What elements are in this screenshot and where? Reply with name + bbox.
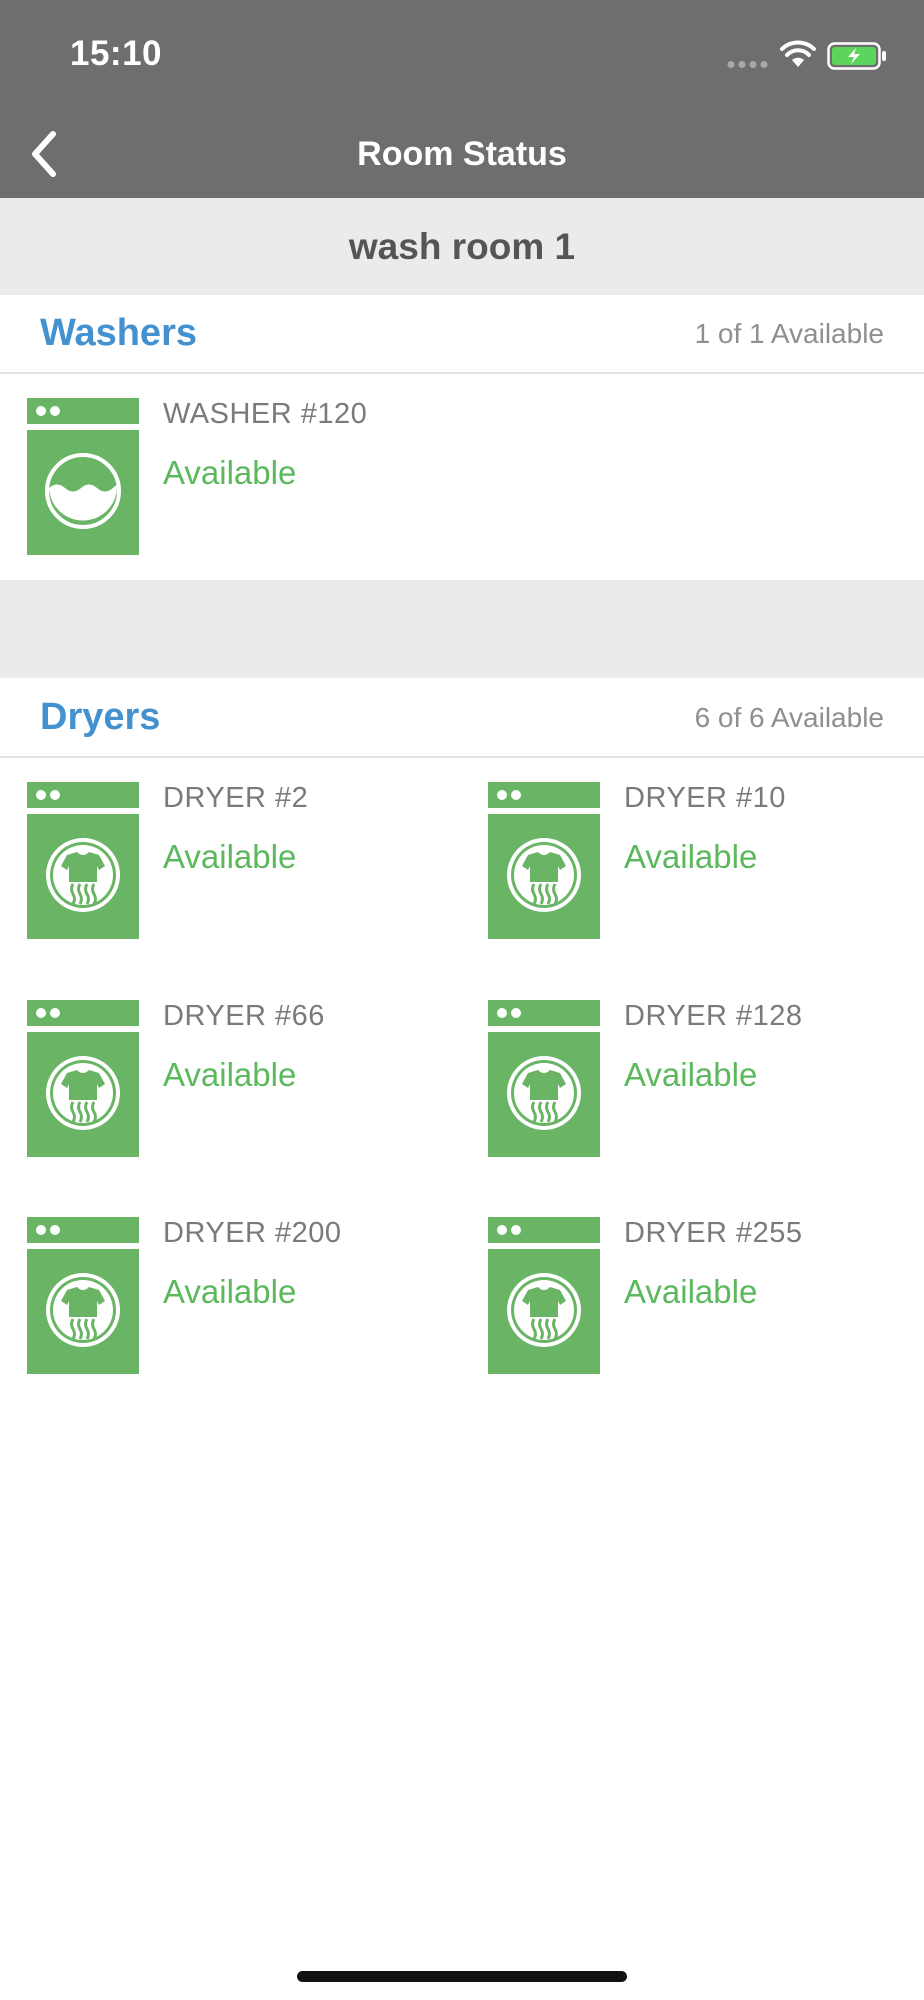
machine-status: Available (163, 454, 297, 491)
dryer-icon (488, 1000, 600, 1157)
page-title: Room Status (357, 135, 567, 173)
navigation-bar: Room Status (0, 110, 924, 198)
home-indicator[interactable] (297, 1971, 627, 1982)
dryers-section-header: Dryers 6 of 6 Available (0, 679, 924, 758)
dryer-icon (27, 782, 139, 939)
washer-icon (27, 398, 139, 555)
dryer-icon (488, 1217, 600, 1374)
machine-name: DRYER #2 (163, 782, 309, 814)
dryers-section-title: Dryers (40, 696, 161, 738)
section-divider (0, 580, 924, 678)
machine-name: DRYER #255 (624, 1217, 803, 1249)
machine-item[interactable]: DRYER #200 Available (27, 1217, 467, 1377)
machine-status: Available (624, 1273, 758, 1310)
washers-section-header: Washers 1 of 1 Available (0, 295, 924, 374)
back-button[interactable] (14, 120, 74, 188)
status-bar: 15:10 (0, 0, 924, 110)
chevron-left-icon (32, 131, 56, 177)
dryer-icon (27, 1000, 139, 1157)
washers-section-title: Washers (40, 312, 197, 354)
machine-item[interactable]: DRYER #128 Available (488, 1000, 924, 1160)
battery-charging-icon (827, 42, 886, 70)
machine-item[interactable]: DRYER #255 Available (488, 1217, 924, 1377)
machine-item[interactable]: DRYER #2 Available (27, 782, 467, 942)
dryer-icon (27, 1217, 139, 1374)
machine-status: Available (163, 1056, 297, 1093)
machine-name: DRYER #128 (624, 1000, 803, 1032)
machine-status: Available (624, 838, 758, 875)
washers-available-count: 1 of 1 Available (694, 318, 884, 349)
dryers-available-count: 6 of 6 Available (694, 702, 884, 733)
machine-status: Available (163, 838, 297, 875)
machine-item[interactable]: WASHER #120 Available (27, 398, 467, 558)
dryer-icon (488, 782, 600, 939)
machine-name: DRYER #200 (163, 1217, 342, 1249)
cellular-signal-icon (727, 61, 768, 68)
machine-item[interactable]: DRYER #66 Available (27, 1000, 467, 1160)
machine-name: DRYER #10 (624, 782, 786, 814)
machine-item[interactable]: DRYER #10 Available (488, 782, 924, 942)
status-time: 15:10 (70, 34, 163, 73)
wifi-icon (780, 40, 816, 67)
room-name: wash room 1 (0, 198, 924, 295)
machine-name: WASHER #120 (163, 398, 368, 430)
machine-name: DRYER #66 (163, 1000, 325, 1032)
machine-status: Available (624, 1056, 758, 1093)
machine-status: Available (163, 1273, 297, 1310)
